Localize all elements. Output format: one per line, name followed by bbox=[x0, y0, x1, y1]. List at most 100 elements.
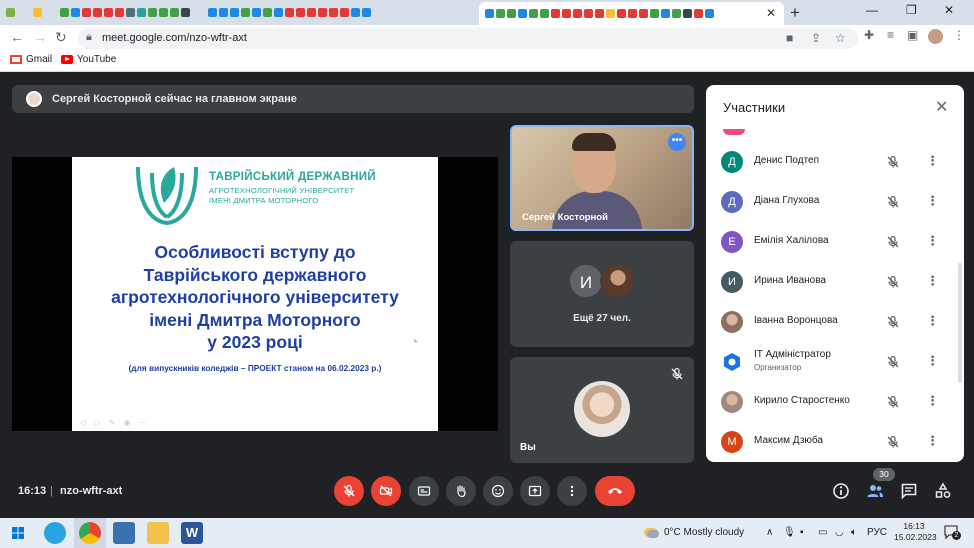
active-tab[interactable]: ✕ bbox=[479, 2, 784, 25]
tab-favicon[interactable] bbox=[705, 9, 714, 18]
more-participants-tile[interactable]: И Ещё 27 чел. bbox=[510, 241, 694, 347]
presenter-video-tile[interactable]: ••• Сергей Косторной bbox=[510, 125, 694, 231]
tab-favicon[interactable] bbox=[318, 8, 327, 17]
camera-icon[interactable]: ■ bbox=[786, 31, 793, 45]
tab-search-icon[interactable]: ≡ bbox=[887, 28, 894, 42]
tab-favicon[interactable] bbox=[650, 9, 659, 18]
tab-favicon[interactable] bbox=[33, 8, 42, 17]
battery-icon[interactable]: ▭ bbox=[818, 527, 827, 538]
mic-off-icon[interactable] bbox=[886, 155, 900, 169]
participant-menu-icon[interactable]: ⋮ bbox=[926, 193, 939, 209]
back-icon[interactable]: ← bbox=[10, 29, 24, 45]
participant-menu-icon[interactable]: ⋮ bbox=[926, 353, 939, 369]
telegram-icon[interactable] bbox=[44, 522, 66, 544]
tile-options-button[interactable]: ••• bbox=[668, 133, 686, 151]
tab-favicon[interactable] bbox=[661, 9, 670, 18]
close-icon[interactable]: ✕ bbox=[935, 97, 948, 117]
tab-favicon[interactable] bbox=[340, 8, 349, 17]
captions-button[interactable] bbox=[409, 476, 439, 506]
mic-off-icon[interactable] bbox=[886, 275, 900, 289]
menu-kebab-icon[interactable]: ⋮ bbox=[953, 28, 965, 42]
participant-menu-icon[interactable]: ⋮ bbox=[926, 313, 939, 329]
tab-favicon[interactable] bbox=[683, 9, 692, 18]
participant-menu-icon[interactable]: ⋮ bbox=[926, 153, 939, 169]
tab-favicon[interactable] bbox=[137, 8, 146, 17]
tab-favicon[interactable] bbox=[573, 9, 582, 18]
tab-favicon[interactable] bbox=[219, 8, 228, 17]
tab-favicon[interactable] bbox=[639, 9, 648, 18]
tab-favicon[interactable] bbox=[93, 8, 102, 17]
tab-favicon[interactable] bbox=[529, 9, 538, 18]
participant-row[interactable]: Кирило Старостенко ⋮ bbox=[706, 382, 964, 422]
tab-favicon[interactable] bbox=[82, 8, 91, 17]
mic-off-icon[interactable] bbox=[886, 355, 900, 369]
share-icon[interactable]: ⇪ bbox=[811, 31, 821, 45]
tab-favicon[interactable] bbox=[551, 9, 560, 18]
self-video-tile[interactable]: Вы bbox=[510, 357, 694, 463]
tab-favicon[interactable] bbox=[672, 9, 681, 18]
participant-row[interactable]: IT Адміністратор Организатор ⋮ bbox=[706, 342, 964, 382]
tab-favicon[interactable] bbox=[274, 8, 283, 17]
camera-tray-icon[interactable]: ▪ bbox=[800, 527, 804, 538]
tab-favicon[interactable] bbox=[170, 8, 179, 17]
tab-favicon[interactable] bbox=[115, 8, 124, 17]
mic-off-icon[interactable] bbox=[886, 195, 900, 209]
network-icon[interactable]: ◡ bbox=[835, 527, 844, 538]
language-indicator[interactable]: РУС bbox=[867, 527, 887, 538]
window-close-icon[interactable]: ✕ bbox=[944, 3, 954, 17]
tab-favicon[interactable] bbox=[485, 9, 494, 18]
camera-toggle-button[interactable] bbox=[371, 476, 401, 506]
more-options-button[interactable] bbox=[557, 476, 587, 506]
activities-icon[interactable] bbox=[934, 482, 952, 500]
word-icon[interactable]: W bbox=[181, 522, 203, 544]
computer-icon[interactable] bbox=[113, 522, 135, 544]
windows-start-icon[interactable] bbox=[12, 527, 24, 539]
present-button[interactable] bbox=[520, 476, 550, 506]
chat-icon[interactable] bbox=[900, 482, 918, 500]
tab-favicon[interactable] bbox=[518, 9, 527, 18]
restore-icon[interactable]: ❐ bbox=[906, 3, 917, 17]
slide-controls[interactable]: ◁ ▷ ✎ ◉ ⋯ bbox=[80, 418, 150, 427]
pinned-tab-icons[interactable] bbox=[0, 8, 371, 17]
people-icon[interactable] bbox=[866, 482, 884, 500]
mic-toggle-button[interactable] bbox=[334, 476, 364, 506]
tab-favicon[interactable] bbox=[126, 8, 135, 17]
minimize-icon[interactable]: ― bbox=[866, 3, 878, 17]
tab-favicon[interactable] bbox=[181, 8, 190, 17]
participant-row[interactable]: Е Емілія Халілова ⋮ bbox=[706, 222, 964, 262]
tab-favicon[interactable] bbox=[628, 9, 637, 18]
chrome-icon[interactable] bbox=[79, 522, 101, 544]
tab-favicon[interactable] bbox=[252, 8, 261, 17]
mic-off-icon[interactable] bbox=[886, 315, 900, 329]
tab-favicon[interactable] bbox=[606, 9, 615, 18]
tab-favicon[interactable] bbox=[595, 9, 604, 18]
tab-favicon[interactable] bbox=[584, 9, 593, 18]
mic-off-icon[interactable] bbox=[886, 235, 900, 249]
participant-menu-icon[interactable]: ⋮ bbox=[926, 393, 939, 409]
close-icon[interactable]: ✕ bbox=[766, 6, 776, 20]
profile-avatar[interactable] bbox=[928, 29, 943, 44]
tab-favicon[interactable] bbox=[148, 8, 157, 17]
participant-row[interactable]: М Максим Дзюба ⋮ bbox=[706, 422, 964, 462]
participant-menu-icon[interactable]: ⋮ bbox=[926, 273, 939, 289]
tab-favicon[interactable] bbox=[230, 8, 239, 17]
bookmark-gmail[interactable]: Gmail bbox=[10, 54, 52, 65]
tab-favicon[interactable] bbox=[6, 8, 15, 17]
tab-favicon[interactable] bbox=[540, 9, 549, 18]
raise-hand-button[interactable] bbox=[446, 476, 476, 506]
participant-row[interactable]: И Ирина Иванова ⋮ bbox=[706, 262, 964, 302]
omnibox[interactable]: 🔒︎ meet.google.com/nzo-wftr-axt ■ ⇪ ☆ bbox=[78, 28, 858, 49]
mic-off-icon[interactable] bbox=[886, 435, 900, 449]
participant-menu-icon[interactable]: ⋮ bbox=[926, 433, 939, 449]
tab-favicon[interactable] bbox=[694, 9, 703, 18]
panel-scrollbar[interactable] bbox=[958, 263, 962, 383]
tray-expand-icon[interactable]: ∧ bbox=[766, 527, 773, 538]
tab-favicon[interactable] bbox=[241, 8, 250, 17]
tab-favicon[interactable] bbox=[362, 8, 371, 17]
tab-favicon[interactable] bbox=[263, 8, 272, 17]
reload-icon[interactable]: ↻ bbox=[55, 29, 67, 46]
tab-favicon[interactable] bbox=[208, 8, 217, 17]
tab-favicon[interactable] bbox=[617, 9, 626, 18]
tab-favicon[interactable] bbox=[159, 8, 168, 17]
reactions-button[interactable] bbox=[483, 476, 513, 506]
